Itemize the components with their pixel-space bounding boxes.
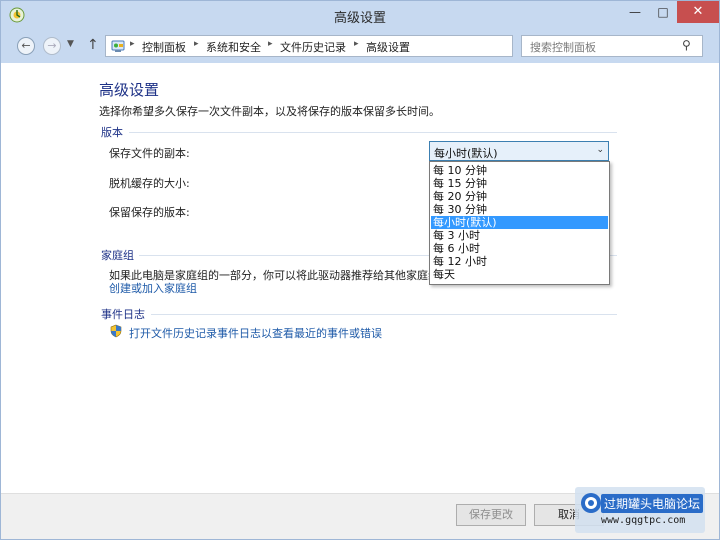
dropdown-option[interactable]: 每 20 分钟 bbox=[431, 190, 608, 203]
dropdown-option[interactable]: 每 10 分钟 bbox=[431, 164, 608, 177]
maximize-button[interactable]: □ bbox=[649, 1, 677, 23]
search-icon[interactable]: ⚲ bbox=[682, 38, 691, 52]
dropdown-option[interactable]: 每 12 小时 bbox=[431, 255, 608, 268]
recent-locations-dropdown[interactable]: ▼ bbox=[67, 39, 74, 49]
breadcrumb-separator: ▸ bbox=[194, 39, 199, 49]
create-join-homegroup-link[interactable]: 创建或加入家庭组 bbox=[109, 280, 197, 296]
watermark-url: www.gqgtpc.com bbox=[601, 515, 686, 526]
open-event-log-link[interactable]: 打开文件历史记录事件日志以查看最近的事件或错误 bbox=[129, 325, 382, 341]
save-frequency-value: 每小时(默认) bbox=[434, 147, 498, 160]
section-title-event-log: 事件日志 bbox=[101, 308, 145, 321]
section-title-versions: 版本 bbox=[101, 126, 123, 139]
offline-cache-label: 脱机缓存的大小: bbox=[109, 177, 190, 190]
title-bar: 高级设置 — □ ✕ bbox=[1, 1, 719, 29]
breadcrumb-control-panel[interactable]: 控制面板 bbox=[142, 39, 186, 55]
search-box[interactable]: 搜索控制面板 ⚲ bbox=[521, 35, 703, 57]
section-divider bbox=[151, 314, 617, 315]
keep-versions-label: 保留保存的版本: bbox=[109, 206, 190, 219]
forward-button[interactable]: → bbox=[43, 37, 61, 55]
forum-logo-icon bbox=[581, 493, 601, 513]
main-content: 高级设置 选择你希望多久保存一次文件副本，以及将保存的版本保留多长时间。 版本 … bbox=[1, 63, 719, 493]
save-copies-label: 保存文件的副本: bbox=[109, 147, 190, 160]
control-panel-icon bbox=[111, 40, 125, 52]
section-divider bbox=[129, 132, 617, 133]
back-button[interactable]: ← bbox=[17, 37, 35, 55]
window-title: 高级设置 bbox=[333, 11, 386, 26]
shield-icon bbox=[110, 324, 122, 338]
breadcrumb-separator: ▸ bbox=[130, 39, 135, 49]
search-input[interactable]: 搜索控制面板 bbox=[530, 39, 596, 55]
dropdown-option[interactable]: 每 30 分钟 bbox=[431, 203, 608, 216]
section-title-homegroup: 家庭组 bbox=[101, 249, 134, 262]
dropdown-option[interactable]: 每 6 小时 bbox=[431, 242, 608, 255]
chevron-down-icon: ⌄ bbox=[596, 145, 604, 155]
address-bar[interactable]: ▸ 控制面板 ▸ 系统和安全 ▸ 文件历史记录 ▸ 高级设置 ▼ ↻ bbox=[105, 35, 604, 57]
page-title: 高级设置 bbox=[99, 81, 160, 99]
window: 高级设置 — □ ✕ ← → ▼ ↑ ▸ 控制面板 ▸ 系统和安全 ▸ 文件历史… bbox=[0, 0, 720, 540]
breadcrumb-separator: ▸ bbox=[354, 39, 359, 49]
save-changes-button[interactable]: 保存更改 bbox=[456, 504, 526, 526]
navigation-bar: ← → ▼ ↑ ▸ 控制面板 ▸ 系统和安全 ▸ 文件历史记录 ▸ 高级设置 ▼… bbox=[1, 29, 719, 63]
up-button[interactable]: ↑ bbox=[87, 37, 99, 53]
breadcrumb-advanced-settings[interactable]: 高级设置 bbox=[366, 39, 410, 55]
dropdown-option[interactable]: 每天 bbox=[431, 268, 608, 281]
watermark: 过期罐头电脑论坛 www.gqgtpc.com bbox=[575, 487, 705, 533]
close-button[interactable]: ✕ bbox=[677, 1, 719, 23]
watermark-name: 过期罐头电脑论坛 bbox=[601, 494, 704, 513]
dropdown-option[interactable]: 每 15 分钟 bbox=[431, 177, 608, 190]
breadcrumb-file-history[interactable]: 文件历史记录 bbox=[280, 39, 346, 55]
save-frequency-dropdown: 每 10 分钟 每 15 分钟 每 20 分钟 每 30 分钟 每小时(默认) … bbox=[429, 161, 610, 285]
breadcrumb-separator: ▸ bbox=[268, 39, 273, 49]
breadcrumb-system-security[interactable]: 系统和安全 bbox=[206, 39, 261, 55]
save-frequency-select[interactable]: 每小时(默认) ⌄ bbox=[429, 141, 609, 161]
dropdown-option-selected[interactable]: 每小时(默认) bbox=[431, 216, 608, 229]
minimize-button[interactable]: — bbox=[621, 1, 649, 23]
page-description: 选择你希望多久保存一次文件副本，以及将保存的版本保留多长时间。 bbox=[99, 105, 440, 118]
dropdown-option[interactable]: 每 3 小时 bbox=[431, 229, 608, 242]
